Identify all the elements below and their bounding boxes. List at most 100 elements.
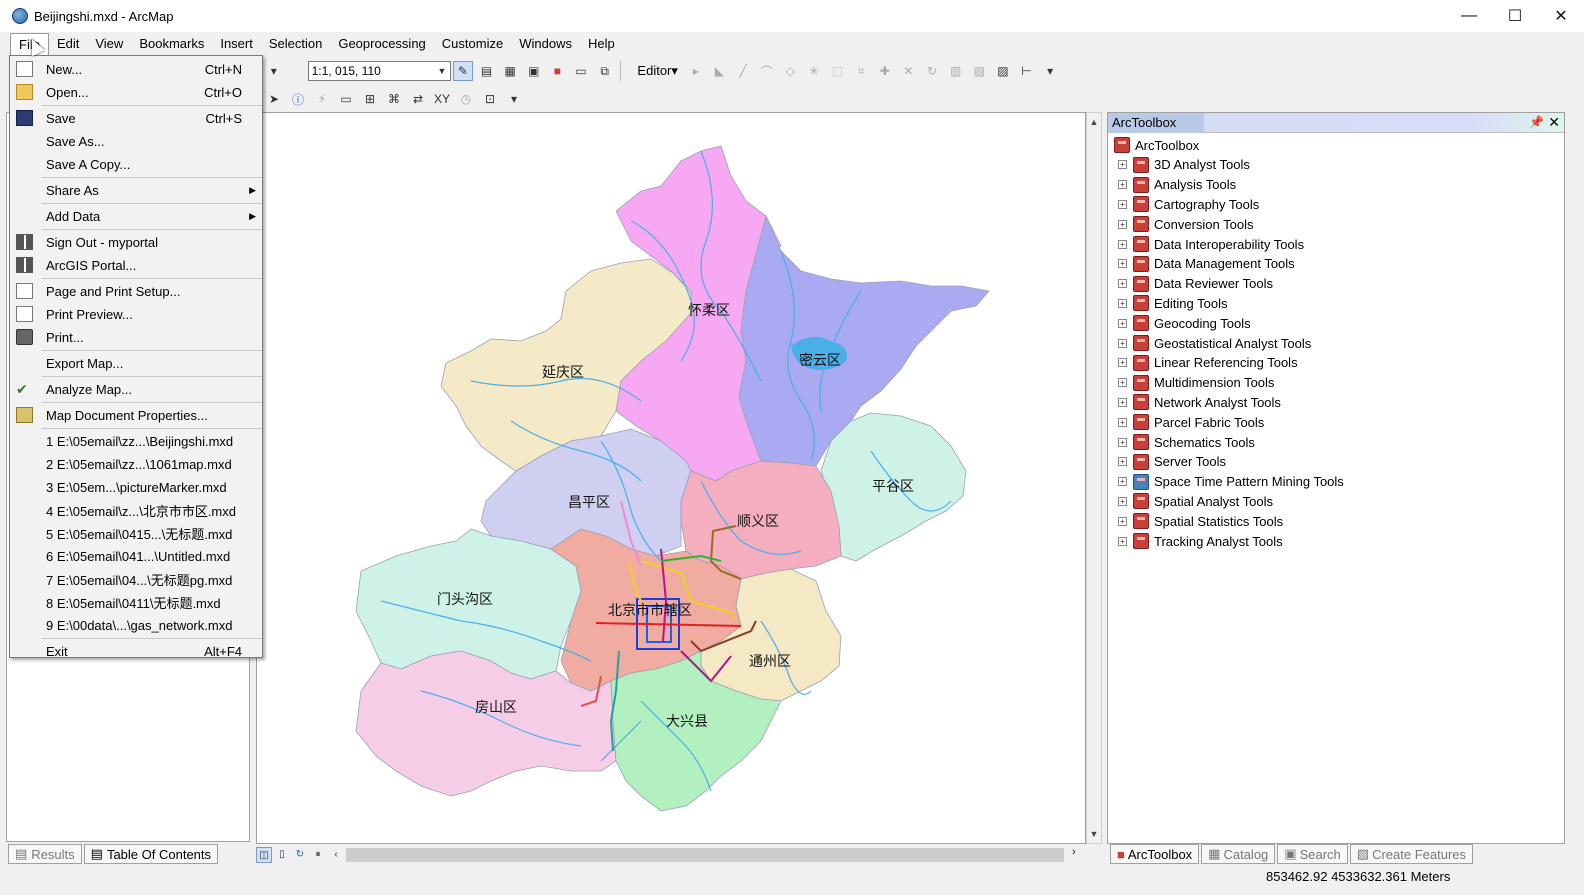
table-of-contents-icon[interactable]: ▤ — [477, 61, 497, 81]
scroll-up-icon[interactable]: ▲ — [1087, 115, 1101, 129]
expand-plus-icon[interactable]: + — [1118, 536, 1127, 546]
menu-insert[interactable]: Insert — [212, 33, 261, 55]
toolbox-item[interactable]: + Multidimension Tools — [1112, 373, 1564, 393]
toolbox-item[interactable]: + Data Management Tools — [1112, 254, 1564, 274]
python-window-icon[interactable]: ▭ — [571, 61, 591, 81]
toolbox-item[interactable]: + Cartography Tools — [1112, 195, 1564, 215]
end-point-arc-icon[interactable]: ⌒ — [757, 61, 777, 81]
map-vertical-scrollbar[interactable]: ▲ ▼ — [1086, 112, 1102, 844]
expand-plus-icon[interactable]: + — [1118, 437, 1127, 447]
tab-arctoolbox[interactable]: ■ ArcToolbox — [1110, 844, 1200, 864]
toolbox-item[interactable]: + Linear Referencing Tools — [1112, 353, 1564, 373]
arctoolbox-icon[interactable]: ■ — [548, 61, 568, 81]
recent-file-8[interactable]: 8 E:\05email\0411\无标题.mxd — [10, 591, 262, 614]
expand-plus-icon[interactable]: + — [1118, 298, 1127, 308]
toolbox-item[interactable]: + Conversion Tools — [1112, 214, 1564, 234]
toolbox-item[interactable]: + Server Tools — [1112, 452, 1564, 472]
find-binoculars-icon[interactable]: ⌘ — [384, 89, 404, 109]
toolbox-item[interactable]: + Geocoding Tools — [1112, 313, 1564, 333]
expand-plus-icon[interactable]: + — [1118, 279, 1127, 289]
recent-file-5[interactable]: 5 E:\05email\0415...\无标题.mxd — [10, 522, 262, 545]
attributes-icon[interactable]: ▥ — [946, 61, 966, 81]
edit-annotation-icon[interactable]: ◣ — [710, 61, 730, 81]
cut-polygon-icon[interactable]: ✚ — [875, 61, 895, 81]
expand-plus-icon[interactable]: + — [1118, 259, 1127, 269]
recent-file-4[interactable]: 4 E:\05email\z...\北京市市区.mxd — [10, 499, 262, 522]
expand-plus-icon[interactable]: + — [1118, 358, 1127, 368]
expand-plus-icon[interactable]: + — [1118, 219, 1127, 229]
toolbox-item[interactable]: + Geostatistical Analyst Tools — [1112, 333, 1564, 353]
editor-menu-button[interactable]: Editor▾ — [631, 63, 684, 79]
maximize-button[interactable]: ☐ — [1492, 0, 1538, 32]
select-elements-icon[interactable]: ➤ — [264, 89, 284, 109]
measure-distance-icon[interactable]: ⊞ — [360, 89, 380, 109]
menu-item-exit[interactable]: Exit Alt+F4 — [10, 640, 262, 663]
recent-file-3[interactable]: 3 E:\05em...\pictureMarker.mxd — [10, 476, 262, 499]
toolbox-item[interactable]: + Spatial Analyst Tools — [1112, 492, 1564, 512]
find-route-icon[interactable]: ⇄ — [408, 89, 428, 109]
toolbox-item[interactable]: + Parcel Fabric Tools — [1112, 412, 1564, 432]
tab-create-features[interactable]: ▧ Create Features — [1349, 844, 1474, 864]
recent-file-1[interactable]: 1 E:\05email\zz...\Beijingshi.mxd — [10, 430, 262, 453]
menu-windows[interactable]: Windows — [511, 33, 580, 55]
search-window-icon[interactable]: ▣ — [524, 61, 544, 81]
measure-icon[interactable]: ⊢ — [1017, 61, 1037, 81]
point-icon[interactable]: ✳ — [804, 61, 824, 81]
close-button[interactable]: ✕ — [1538, 0, 1584, 32]
expand-plus-icon[interactable]: + — [1118, 477, 1127, 487]
trace-icon[interactable]: ◇ — [780, 61, 800, 81]
menu-item-add-data[interactable]: Add Data ▶ — [10, 205, 262, 228]
menu-item-export-map[interactable]: Export Map... — [10, 352, 262, 375]
straight-segment-icon[interactable]: ╱ — [733, 61, 753, 81]
split-icon[interactable]: ✕ — [899, 61, 919, 81]
menu-customize[interactable]: Customize — [434, 33, 511, 55]
rotate-icon[interactable]: ↻ — [922, 61, 942, 81]
menu-item-save[interactable]: Save Ctrl+S — [10, 107, 262, 130]
menu-item-sign-out[interactable]: Sign Out - myportal — [10, 231, 262, 254]
menu-item-analyze-map[interactable]: ✔ Analyze Map... — [10, 378, 262, 401]
scroll-right-icon[interactable]: › — [1072, 846, 1076, 858]
toolbox-item[interactable]: + Data Interoperability Tools — [1112, 234, 1564, 254]
scroll-down-icon[interactable]: ▼ — [1087, 827, 1101, 841]
expand-plus-icon[interactable]: + — [1118, 378, 1127, 388]
recent-file-9[interactable]: 9 E:\00data\...\gas_network.mxd — [10, 614, 262, 637]
time-slider-icon[interactable]: ◷ — [456, 89, 476, 109]
menu-item-doc-properties[interactable]: Map Document Properties... — [10, 404, 262, 427]
edit-vertices-icon[interactable]: ⬚ — [828, 61, 848, 81]
tab-results[interactable]: ▤ Results — [8, 844, 82, 864]
toolbox-item[interactable]: + Schematics Tools — [1112, 432, 1564, 452]
map-horizontal-scrollbar[interactable] — [346, 848, 1064, 862]
expand-plus-icon[interactable]: + — [1118, 239, 1127, 249]
reshape-icon[interactable]: ⌗ — [851, 61, 871, 81]
catalog-icon[interactable]: ▦ — [500, 61, 520, 81]
map-view[interactable]: 怀柔区 延庆区 密云区 平谷区 昌平区 顺义区 门头沟区 北京市市辖区 通州区 … — [256, 112, 1086, 844]
toolbox-item[interactable]: +3D Analyst Tools — [1112, 155, 1564, 175]
menu-item-print-preview[interactable]: Print Preview... — [10, 303, 262, 326]
expand-plus-icon[interactable]: + — [1118, 417, 1127, 427]
menu-item-save-copy[interactable]: Save A Copy... — [10, 153, 262, 176]
expand-plus-icon[interactable]: + — [1118, 397, 1127, 407]
tab-table-of-contents[interactable]: ▤ Table Of Contents — [83, 844, 219, 864]
minimize-button[interactable]: — — [1446, 0, 1492, 32]
expand-plus-icon[interactable]: + — [1118, 318, 1127, 328]
hyperlink-icon[interactable]: ⚡ — [312, 89, 332, 109]
recent-file-2[interactable]: 2 E:\05email\zz...\1061map.mxd — [10, 453, 262, 476]
pause-drawing-icon[interactable]: ⏸ — [310, 847, 326, 863]
scroll-left-icon[interactable]: ‹ — [328, 847, 344, 863]
toolbar-options-icon[interactable]: ▾ — [1040, 61, 1060, 81]
toolbar-options-icon-2[interactable]: ▾ — [504, 89, 524, 109]
identify-icon[interactable]: ⓘ — [288, 89, 308, 109]
tab-catalog[interactable]: ▦ Catalog — [1201, 844, 1276, 864]
menu-bookmarks[interactable]: Bookmarks — [131, 33, 212, 55]
pin-icon[interactable]: 📌 — [1529, 115, 1544, 129]
tab-search[interactable]: ▣ Search — [1277, 844, 1348, 864]
expand-plus-icon[interactable]: + — [1118, 160, 1127, 170]
toolbox-item[interactable]: + Data Reviewer Tools — [1112, 274, 1564, 294]
go-to-xy-icon[interactable]: XY — [432, 89, 452, 109]
edit-tool-icon[interactable]: ▸ — [686, 61, 706, 81]
create-features-icon[interactable]: ▨ — [993, 61, 1013, 81]
menu-view[interactable]: View — [87, 33, 131, 55]
menu-item-save-as[interactable]: Save As... — [10, 130, 262, 153]
expand-plus-icon[interactable]: + — [1118, 338, 1127, 348]
toolbox-root[interactable]: ArcToolbox — [1112, 135, 1564, 155]
